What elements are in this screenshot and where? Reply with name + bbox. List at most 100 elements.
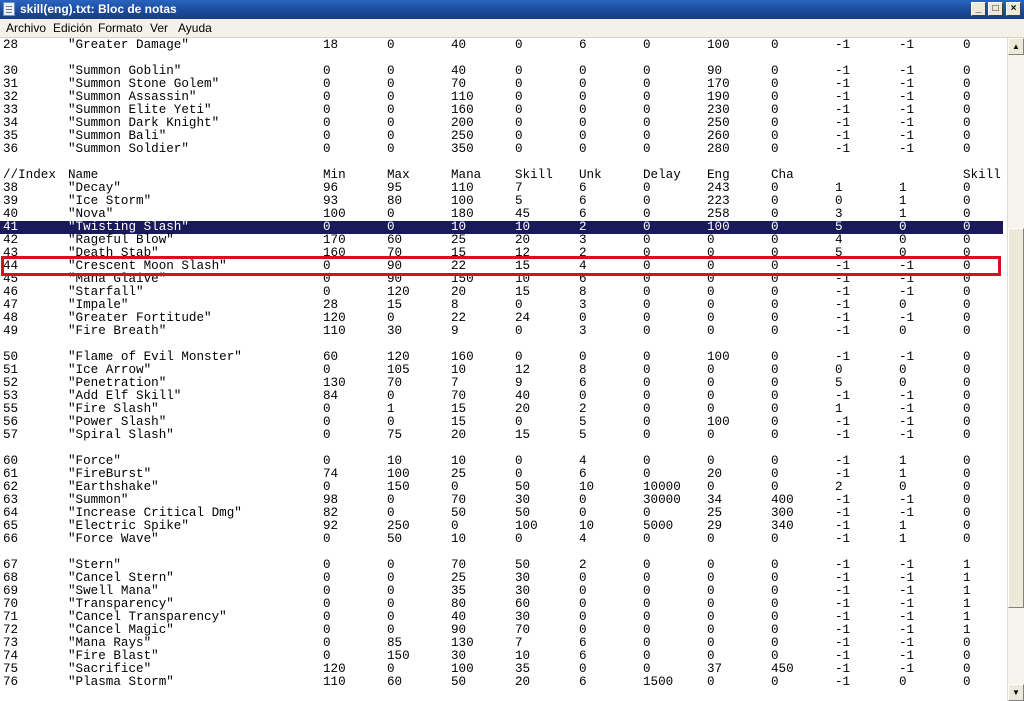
- line-field: -1: [835, 324, 851, 338]
- maximize-button[interactable]: □: [988, 2, 1003, 16]
- line-field: 20: [451, 428, 467, 442]
- menu-edicion[interactable]: Edición: [53, 21, 92, 36]
- vertical-scrollbar[interactable]: ▲ ▼: [1007, 38, 1024, 701]
- line-field: 40: [451, 38, 467, 52]
- line-field: 0: [771, 428, 779, 442]
- line-field: 0: [963, 675, 971, 689]
- line-field: 110: [323, 324, 346, 338]
- line-field: 50: [387, 532, 403, 546]
- line-field: 0: [963, 142, 971, 156]
- line-field: 6: [579, 675, 587, 689]
- text-line[interactable]: 57 "Spiral Slash" 0 75 20 15 5 0 0 0 -1 -1 0: [0, 429, 1003, 442]
- minimize-button[interactable]: _: [971, 2, 986, 16]
- line-field: -1: [835, 142, 851, 156]
- line-field: -1: [899, 428, 915, 442]
- notepad-icon[interactable]: [3, 2, 15, 16]
- line-field: -1: [835, 38, 851, 52]
- line-field: 0: [643, 142, 651, 156]
- line-field: 0: [899, 675, 907, 689]
- line-field: 0: [963, 324, 971, 338]
- line-field: 10: [451, 532, 467, 546]
- line-field: 18: [323, 38, 339, 52]
- line-field: 0: [643, 428, 651, 442]
- line-field: 0: [515, 142, 523, 156]
- line-field: 0: [323, 428, 331, 442]
- window-title: skill(eng).txt: Bloc de notas: [20, 2, 177, 16]
- menu-archivo[interactable]: Archivo: [6, 21, 46, 36]
- line-field: -1: [835, 532, 851, 546]
- scroll-thumb[interactable]: [1008, 228, 1024, 608]
- line-field: -1: [899, 38, 915, 52]
- line-field: -1: [835, 675, 851, 689]
- scroll-down-icon[interactable]: ▼: [1008, 684, 1024, 701]
- line-field: 0: [643, 324, 651, 338]
- text-line[interactable]: 66 "Force Wave" 0 50 10 0 4 0 0 0 -1 1 0: [0, 533, 1003, 546]
- line-field: 280: [707, 142, 730, 156]
- window-title-bar: skill(eng).txt: Bloc de notas _ □ ×: [0, 0, 1024, 19]
- line-field: "Greater Damage": [68, 38, 189, 52]
- line-field: 110: [323, 675, 346, 689]
- text-line[interactable]: 46 "Starfall" 0 120 20 15 8 0 0 0 -1 -1 0: [0, 286, 1003, 299]
- text-line[interactable]: 49 "Fire Breath" 110 30 9 0 3 0 0 0 -1 0 0: [0, 325, 1003, 338]
- line-field: 6: [579, 38, 587, 52]
- line-field: 20: [515, 675, 531, 689]
- menu-formato[interactable]: Formato: [98, 21, 143, 36]
- line-field: 0: [707, 428, 715, 442]
- line-field: "Force Wave": [68, 532, 159, 546]
- line-field: 0: [643, 38, 651, 52]
- line-field: 75: [387, 428, 403, 442]
- text-line[interactable]: 36 "Summon Soldier" 0 0 350 0 0 0 280 0 -1 -1 0: [0, 143, 1003, 156]
- text-line[interactable]: [0, 442, 1003, 455]
- text-line[interactable]: [0, 156, 1003, 169]
- scroll-up-icon[interactable]: ▲: [1008, 38, 1024, 55]
- line-field: 0: [771, 324, 779, 338]
- line-field: 0: [771, 532, 779, 546]
- line-field: 0: [323, 532, 331, 546]
- line-field: 0: [963, 532, 971, 546]
- line-field: 0: [771, 142, 779, 156]
- menu-bar: Archivo Edición Formato Ver Ayuda: [0, 19, 1024, 38]
- text-line[interactable]: 62 "Earthshake" 0 150 0 50 10 10000 0 0 2 0 0: [0, 481, 1003, 494]
- line-field: 0: [707, 532, 715, 546]
- text-editor[interactable]: 28 "Greater Damage" 18 0 40 0 6 0 100 0 -1 -1 0 30 "Su…: [0, 38, 1007, 701]
- line-field: 4: [579, 532, 587, 546]
- line-field: 0: [707, 675, 715, 689]
- line-field: 0: [515, 532, 523, 546]
- line-field: 57: [3, 428, 19, 442]
- line-field: 0: [515, 38, 523, 52]
- line-field: 0: [323, 142, 331, 156]
- line-field: 0: [515, 324, 523, 338]
- line-field: 0: [643, 532, 651, 546]
- line-field: -1: [835, 428, 851, 442]
- line-field: 5: [579, 428, 587, 442]
- text-line[interactable]: 28 "Greater Damage" 18 0 40 0 6 0 100 0 -1 -1 0: [0, 39, 1003, 52]
- line-field: 49: [3, 324, 19, 338]
- line-field: 0: [707, 324, 715, 338]
- text-line[interactable]: 45 "Mana Glaive" 0 90 150 10 6 0 0 0 -1 -1 0: [0, 273, 1003, 286]
- text-line[interactable]: 76 "Plasma Storm" 110 60 50 20 6 1500 0 0 -1 0 0: [0, 676, 1003, 689]
- line-field: 36: [3, 142, 19, 156]
- text-line[interactable]: //Index Name Min Max Mana Skill Unk Delay Eng Cha…: [0, 169, 1003, 182]
- line-field: "Spiral Slash": [68, 428, 174, 442]
- line-field: 3: [579, 324, 587, 338]
- line-field: 30: [387, 324, 403, 338]
- line-field: 0: [579, 142, 587, 156]
- line-field: 28: [3, 38, 19, 52]
- menu-ayuda[interactable]: Ayuda: [178, 21, 212, 36]
- line-field: 9: [451, 324, 459, 338]
- line-field: 0: [771, 675, 779, 689]
- text-line[interactable]: 39 "Ice Storm" 93 80 100 5 6 0 223 0 0 1 0: [0, 195, 1003, 208]
- line-field: "Fire Breath": [68, 324, 167, 338]
- line-field: 350: [451, 142, 474, 156]
- line-field: 1500: [643, 675, 674, 689]
- line-field: 0: [963, 38, 971, 52]
- menu-ver[interactable]: Ver: [150, 21, 168, 36]
- line-field: "Summon Soldier": [68, 142, 189, 156]
- close-button[interactable]: ×: [1006, 2, 1021, 16]
- line-field: 0: [963, 428, 971, 442]
- line-field: 0: [899, 324, 907, 338]
- line-field: 0: [771, 38, 779, 52]
- line-field: 1: [899, 532, 907, 546]
- text-line[interactable]: [0, 546, 1003, 559]
- line-field: 60: [387, 675, 403, 689]
